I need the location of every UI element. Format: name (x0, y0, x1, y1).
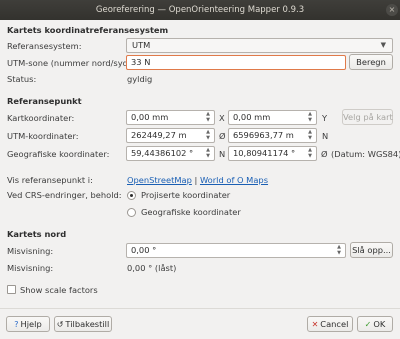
easting-value: 262449,27 m (131, 130, 187, 140)
radio-projected-label[interactable]: Projiserte koordinater (141, 190, 230, 200)
ok-button-label: OK (373, 319, 386, 329)
crs-select[interactable]: UTM ▼ (126, 38, 393, 53)
crs-select-value: UTM (132, 40, 151, 50)
radio-projected[interactable] (127, 191, 136, 200)
openstreetmap-link[interactable]: OpenStreetMap (127, 175, 192, 185)
reset-button-label: Tilbakestill (65, 319, 110, 329)
geo-coords-label: Geografiske koordinater: (7, 149, 110, 159)
window-title: Georeferering — OpenOrienteering Mapper … (95, 5, 305, 15)
map-x-value: 0,00 mm (131, 112, 169, 122)
radio-geographic[interactable] (127, 208, 136, 217)
map-y-input[interactable]: 0,00 mm ▲ ▼ (228, 110, 317, 125)
dropdown-arrow-icon: ▼ (380, 41, 386, 49)
utm-coords-label: UTM-koordinater: (7, 131, 79, 141)
spinner-icon[interactable]: ▲ ▼ (306, 111, 314, 123)
spinner-icon[interactable]: ▲ ▼ (306, 147, 314, 159)
status-label: Status: (7, 74, 37, 84)
cancel-button[interactable]: ✕ Cancel (307, 316, 353, 332)
help-button[interactable]: ? Hjelp (6, 316, 50, 332)
calculate-zone-button[interactable]: Beregn (349, 54, 393, 70)
show-scale-factors-label[interactable]: Show scale factors (20, 285, 98, 295)
help-button-label: Hjelp (20, 319, 42, 329)
map-coords-label: Kartkoordinater: (7, 113, 75, 123)
map-x-input[interactable]: 0,00 mm ▲ ▼ (126, 110, 215, 125)
show-reference-label: Vis referansepunkt i: (7, 175, 93, 185)
declination-value: 0,00 ° (131, 245, 157, 255)
utm-zone-input[interactable]: 33 N (126, 55, 346, 70)
world-of-o-maps-link[interactable]: World of O Maps (200, 175, 268, 185)
lookup-declination-button[interactable]: Slå opp... (350, 242, 393, 258)
map-y-value: 0,00 mm (233, 112, 271, 122)
cancel-icon: ✕ (311, 320, 319, 329)
latitude-value: 59,44386102 ° (131, 148, 194, 158)
check-icon: ✓ (364, 320, 372, 329)
section-map-north: Kartets nord (7, 229, 67, 239)
latitude-input[interactable]: 59,44386102 ° ▲ ▼ (126, 146, 215, 161)
ok-button[interactable]: ✓ OK (357, 316, 393, 332)
window-titlebar: Georeferering — OpenOrienteering Mapper … (0, 0, 400, 20)
show-scale-factors-checkbox[interactable] (7, 285, 16, 294)
utm-zone-label: UTM-sone (nummer nord/syd): (7, 58, 134, 68)
link-separator: | (194, 175, 198, 185)
cancel-button-label: Cancel (320, 319, 349, 329)
declination-label: Misvisning: (7, 246, 54, 256)
spinner-icon[interactable]: ▲ ▼ (306, 129, 314, 141)
status-value: gyldig (127, 74, 153, 84)
footer-divider (0, 308, 400, 309)
reference-links: OpenStreetMap | World of O Maps (127, 175, 268, 185)
section-reference-point: Referansepunkt (7, 96, 82, 106)
reset-button[interactable]: ↺ Tilbakestill (54, 316, 112, 332)
reset-icon: ↺ (56, 320, 64, 329)
longitude-input[interactable]: 10,80941174 ° ▲ ▼ (228, 146, 317, 161)
keep-on-crs-change-label: Ved CRS-endringer, behold: (7, 190, 122, 200)
declination-input[interactable]: 0,00 ° ▲ ▼ (126, 243, 346, 258)
longitude-value: 10,80941174 ° (233, 148, 296, 158)
radio-geographic-label[interactable]: Geografiske koordinater (141, 207, 241, 217)
close-window-button[interactable]: × (386, 4, 398, 16)
northing-axis: N (322, 131, 329, 141)
easting-input[interactable]: 262449,27 m ▲ ▼ (126, 128, 215, 143)
northing-input[interactable]: 6596963,77 m ▲ ▼ (228, 128, 317, 143)
pick-on-map-button[interactable]: Velg på kart (342, 109, 393, 125)
latitude-axis: N (219, 149, 226, 159)
northing-value: 6596963,77 m (233, 130, 294, 140)
close-icon: × (388, 5, 396, 14)
spinner-icon[interactable]: ▲ ▼ (204, 129, 212, 141)
help-icon: ? (14, 320, 19, 329)
section-map-crs: Kartets koordinatreferansesystem (7, 25, 169, 35)
grivation-value: 0,00 ° (låst) (127, 263, 177, 273)
easting-axis: Ø (219, 131, 226, 141)
spinner-icon[interactable]: ▲ ▼ (335, 244, 343, 256)
crs-label: Referansesystem: (7, 41, 82, 51)
spinner-icon[interactable]: ▲ ▼ (204, 111, 212, 123)
grivation-label: Misvisning: (7, 263, 54, 273)
map-x-axis: X (219, 113, 225, 123)
map-y-axis: Y (322, 113, 328, 123)
spinner-icon[interactable]: ▲ ▼ (204, 147, 212, 159)
datum-note: (Datum: WGS84) (331, 149, 400, 159)
longitude-axis: Ø (321, 149, 328, 159)
